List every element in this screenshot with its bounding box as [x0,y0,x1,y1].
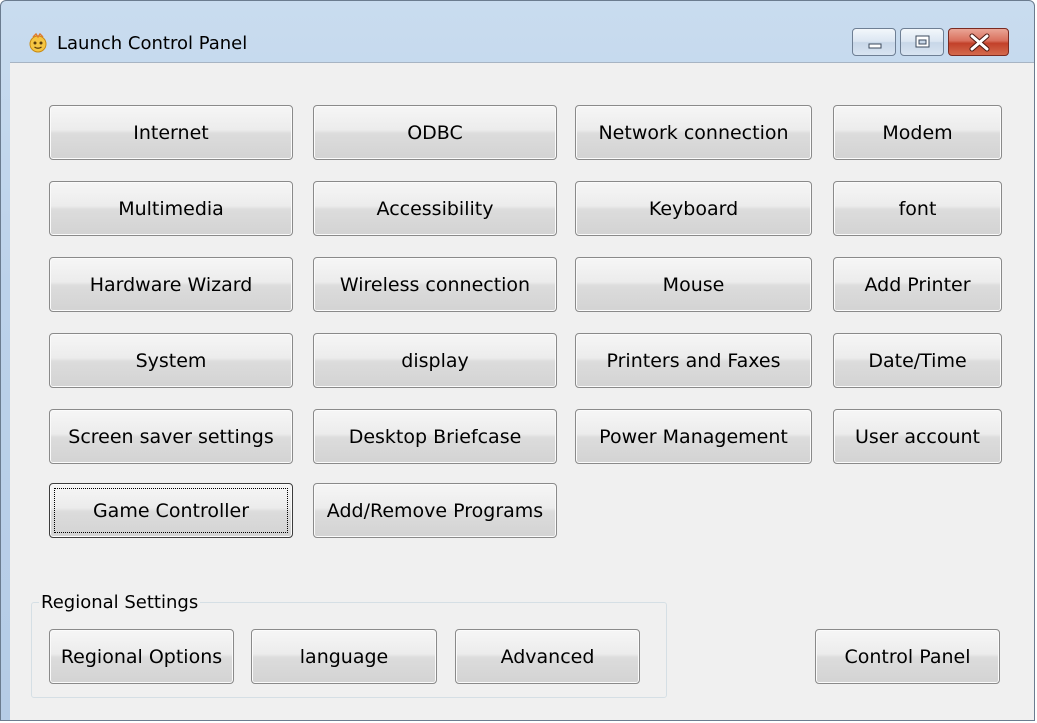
network-connection-button[interactable]: Network connection [575,105,812,160]
internet-button[interactable]: Internet [49,105,293,160]
advanced-button[interactable]: Advanced [455,629,640,684]
multimedia-button[interactable]: Multimedia [49,181,293,236]
add-printer-button[interactable]: Add Printer [833,257,1002,312]
user-account-button[interactable]: User account [833,409,1002,464]
client-area: Internet ODBC Network connection Modem M… [10,62,1034,720]
window-title: Launch Control Panel [57,33,248,54]
language-button[interactable]: language [251,629,437,684]
odbc-button[interactable]: ODBC [313,105,557,160]
power-management-button[interactable]: Power Management [575,409,812,464]
screen-saver-settings-button[interactable]: Screen saver settings [49,409,293,464]
accessibility-button[interactable]: Accessibility [313,181,557,236]
date-time-button[interactable]: Date/Time [833,333,1002,388]
hardware-wizard-button[interactable]: Hardware Wizard [49,257,293,312]
maximize-button[interactable] [900,28,944,56]
launch-control-panel-window: Launch Control Panel Internet ODBC Netwo… [0,0,1035,721]
app-face-icon [27,31,49,53]
mouse-button[interactable]: Mouse [575,257,812,312]
wireless-connection-button[interactable]: Wireless connection [313,257,557,312]
title-bar[interactable]: Launch Control Panel [1,1,1034,56]
desktop-briefcase-button[interactable]: Desktop Briefcase [313,409,557,464]
regional-options-button[interactable]: Regional Options [49,629,234,684]
system-button[interactable]: System [49,333,293,388]
close-button[interactable] [948,28,1009,56]
font-button[interactable]: font [833,181,1002,236]
regional-settings-label: Regional Settings [39,591,201,615]
keyboard-button[interactable]: Keyboard [575,181,812,236]
game-controller-button[interactable]: Game Controller [49,483,293,538]
add-remove-programs-button[interactable]: Add/Remove Programs [313,483,557,538]
close-icon [969,33,990,52]
minimize-button[interactable] [852,28,896,56]
minimize-icon [868,43,882,49]
display-button[interactable]: display [313,333,557,388]
modem-button[interactable]: Modem [833,105,1002,160]
maximize-icon [915,35,930,48]
printers-faxes-button[interactable]: Printers and Faxes [575,333,812,388]
control-panel-button[interactable]: Control Panel [815,629,1000,684]
